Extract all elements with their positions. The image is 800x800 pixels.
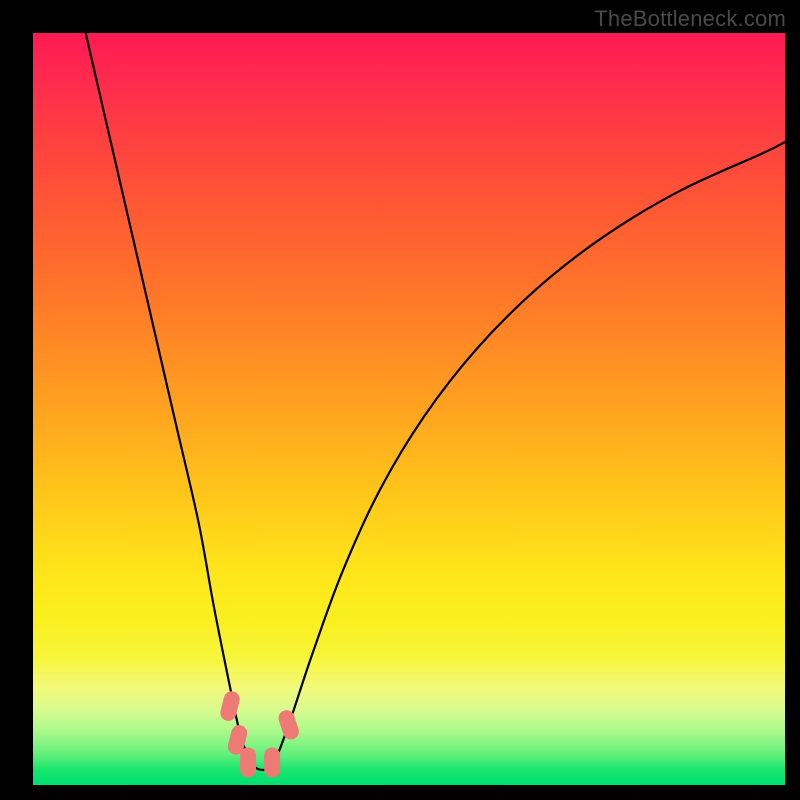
chart-plot-area bbox=[33, 33, 785, 785]
curve-marker bbox=[240, 747, 256, 777]
chart-svg bbox=[33, 33, 785, 785]
curve-marker bbox=[276, 708, 300, 741]
marker-group bbox=[219, 690, 301, 778]
watermark-text: TheBottleneck.com bbox=[594, 6, 786, 32]
curve-marker bbox=[219, 690, 242, 723]
bottleneck-curve bbox=[86, 33, 785, 770]
curve-marker bbox=[264, 747, 280, 777]
chart-frame: TheBottleneck.com bbox=[0, 0, 800, 800]
